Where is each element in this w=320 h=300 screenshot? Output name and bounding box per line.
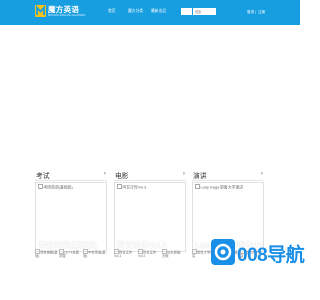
watermark-glyph xyxy=(214,243,232,261)
broken-image-icon xyxy=(35,249,40,254)
watermark: 008导航 xyxy=(211,237,305,267)
feature-image-placeholder: Lady Gaga 耶鲁大学演讲 xyxy=(195,184,243,191)
search-input[interactable] xyxy=(181,8,192,15)
thumb-image-placeholder: CET4全面掌握 xyxy=(59,249,80,259)
chevron-right-icon[interactable]: › xyxy=(261,170,263,177)
category-title[interactable]: 电影 xyxy=(115,170,129,180)
thumb-course-card[interactable]: 简单美剧(基础) xyxy=(35,249,58,263)
auth-separator: | xyxy=(255,10,256,14)
category-section-movie: 电影 › 阿甘正传Vol.3 阿甘正传Vol.3 阿甘正传Vol.1 阿甘正传V… xyxy=(114,168,186,300)
logo-m-icon[interactable] xyxy=(35,5,46,17)
register-link[interactable]: 注册 xyxy=(258,10,265,15)
thumb-image-placeholder: 中考英语(基础) xyxy=(83,249,106,259)
category-section-speech: 演讲 › Lady Gaga 耶鲁大学演讲 Lady Gaga 耶鲁大学演讲 耶… xyxy=(192,168,264,300)
broken-image-icon xyxy=(195,184,200,189)
chevron-right-icon[interactable]: › xyxy=(183,170,185,177)
broken-image-icon xyxy=(59,249,64,254)
category-section-exam: 考试 › 考研英语(基础班) 考研英语(基础班) 简单美剧(基础) CET4全面… xyxy=(35,168,107,300)
divider xyxy=(35,180,107,181)
divider xyxy=(114,180,186,181)
chevron-right-icon[interactable]: › xyxy=(104,170,106,177)
category-title[interactable]: 考试 xyxy=(36,170,50,180)
broken-image-icon xyxy=(38,184,43,189)
thumb-image-placeholder: 功夫熊猫：天赋 xyxy=(162,249,184,259)
broken-image-icon xyxy=(192,249,197,254)
thumb-course-card[interactable]: CET4全面掌握 xyxy=(59,249,82,263)
category-title[interactable]: 演讲 xyxy=(193,170,207,180)
nav-link-latest[interactable]: 最新出品 xyxy=(151,9,166,14)
nav-link-categories[interactable]: 魔方分类 xyxy=(128,9,143,14)
feature-image-placeholder: 考研英语(基础班) xyxy=(38,184,73,191)
nav-link-home[interactable]: 首页 xyxy=(108,9,116,14)
feature-course-card[interactable]: 考研英语(基础班) 考研英语(基础班) xyxy=(35,182,107,252)
divider xyxy=(192,180,264,181)
broken-image-icon xyxy=(117,184,122,189)
thumb-course-card[interactable]: 功夫熊猫：天赋 xyxy=(162,249,185,263)
broken-image-icon xyxy=(114,249,119,254)
watermark-text: 008导航 xyxy=(237,245,305,266)
thumb-image-placeholder: 阿甘正传Vol.1 xyxy=(114,249,133,259)
watermark-logo-icon xyxy=(211,239,235,265)
logo-subtitle: MOFANG ENGLISH LEARNING xyxy=(48,14,86,17)
logo-m-glyph xyxy=(36,5,45,15)
broken-image-icon xyxy=(83,249,88,254)
broken-image-icon xyxy=(138,249,143,254)
thumb-course-card[interactable]: 中考英语(基础) xyxy=(83,249,106,263)
login-link[interactable]: 登录 xyxy=(247,10,254,15)
thumb-course-card[interactable]: 阿甘正传Vol.1 xyxy=(114,249,137,263)
thumb-course-card[interactable]: 阿甘正传Vol.2 xyxy=(138,249,161,263)
broken-image-icon xyxy=(162,249,167,254)
feature-image-placeholder: 阿甘正传Vol.3 xyxy=(117,184,146,191)
thumb-image-placeholder: 简单美剧(基础) xyxy=(35,249,58,259)
search-button[interactable]: 搜索 xyxy=(193,8,216,15)
top-navigation-bar: 魔方英语 MOFANG ENGLISH LEARNING 首页 魔方分类 最新出… xyxy=(0,0,300,25)
thumb-image-placeholder: 阿甘正传Vol.2 xyxy=(138,249,157,259)
feature-course-card[interactable]: 阿甘正传Vol.3 阿甘正传Vol.3 xyxy=(114,182,186,252)
